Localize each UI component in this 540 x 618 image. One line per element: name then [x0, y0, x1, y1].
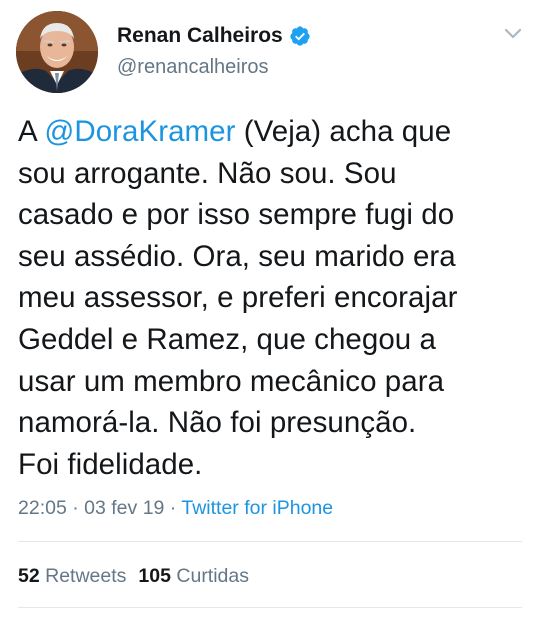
- likes-label: Curtidas: [176, 565, 250, 587]
- retweets-count: 52: [18, 565, 40, 587]
- divider: [18, 607, 522, 608]
- tweet-line: sou arrogante. Não sou. Sou: [18, 156, 397, 190]
- chevron-down-icon[interactable]: [503, 27, 523, 41]
- verified-badge-icon: [289, 25, 311, 47]
- author-handle[interactable]: @renancalheiros: [117, 56, 269, 79]
- tweet-line: casado e por isso sempre fugi do: [18, 198, 455, 232]
- tweet-line: usar um membro mecânico para: [18, 364, 445, 398]
- tweet-line: Foi fidelidade.: [18, 447, 203, 481]
- tweet-line-text: (Veja) acha que: [235, 115, 452, 148]
- tweet-line: Geddel e Ramez, que chegou a: [18, 322, 436, 356]
- avatar-photo: [16, 11, 98, 93]
- meta-separator: ·: [66, 497, 85, 519]
- tweet-line: namorá-la. Não foi presunção.: [18, 406, 417, 440]
- meta-separator: ·: [164, 497, 182, 519]
- retweets-stat[interactable]: 52 Retweets: [18, 565, 126, 587]
- likes-count: 105: [138, 565, 171, 587]
- tweet-card: Renan Calheiros @renancalheiros A @DoraK…: [0, 0, 540, 618]
- likes-stat[interactable]: 105 Curtidas: [138, 565, 249, 587]
- tweet-line: A @DoraKramer (Veja) acha que: [18, 111, 523, 153]
- mention-link[interactable]: @DoraKramer: [44, 115, 235, 148]
- tweet-line-text: A: [18, 115, 45, 148]
- retweets-label: Retweets: [45, 565, 127, 587]
- tweet-time[interactable]: 22:05: [18, 497, 67, 519]
- tweet-source-link[interactable]: Twitter for iPhone: [181, 497, 333, 519]
- tweet-line: seu assédio. Ora, seu marido era: [18, 239, 456, 273]
- author-name-row[interactable]: Renan Calheiros: [117, 24, 311, 48]
- tweet-stats: 52 Retweets 105 Curtidas: [18, 565, 249, 588]
- avatar[interactable]: [16, 11, 98, 93]
- tweet-text: A @DoraKramer (Veja) acha que sou arroga…: [18, 111, 523, 485]
- author-name[interactable]: Renan Calheiros: [117, 24, 283, 48]
- tweet-meta: 22:05 · 03 fev 19 · Twitter for iPhone: [18, 497, 333, 520]
- tweet-date[interactable]: 03 fev 19: [84, 497, 164, 519]
- tweet-line: meu assessor, e preferi encorajar: [18, 281, 458, 315]
- divider: [18, 541, 522, 542]
